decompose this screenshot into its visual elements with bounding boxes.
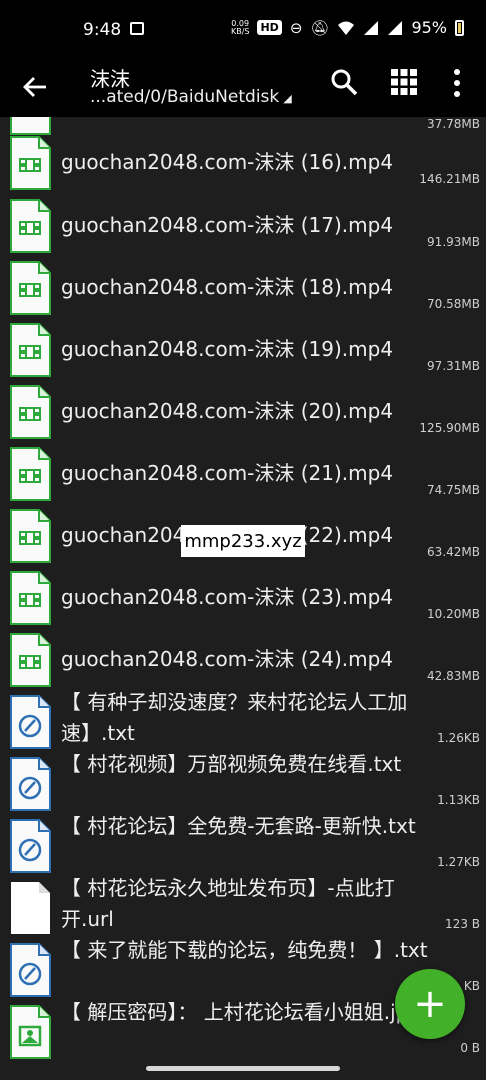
video-file-icon: [9, 261, 51, 315]
file-size: 91.93MB: [427, 235, 480, 249]
video-file-icon: [9, 199, 51, 253]
hd-badge: HD: [257, 20, 282, 35]
video-file-icon: [9, 571, 51, 625]
file-name: guochan2048.com-沫沫 (23).mp4: [61, 585, 394, 609]
image-notification-icon: [130, 22, 144, 35]
file-size: 125.90MB: [419, 421, 480, 435]
app-bar: 沫沫 ...ated/0/BaiduNetdisk ◢: [0, 60, 486, 117]
file-size: 70.58MB: [427, 297, 480, 311]
file-row[interactable]: 【 村花视频】万部视频免费在线看.txt 1.13KB: [0, 752, 486, 815]
file-name: guochan2048.com-沫沫 (20).mp4: [61, 399, 394, 423]
file-name: 【 来了就能下载的论坛，纯免费！ 】.txt: [61, 938, 428, 962]
dnd-icon: ⊖: [289, 18, 303, 37]
signal-icon-2: [388, 20, 403, 35]
file-row[interactable]: 【 村花论坛永久地址发布页】-点此打开.url 123 B: [0, 876, 486, 939]
status-bar: 9:48 0.09 KB/S HD ⊖ 🔕︎ 95%: [0, 0, 486, 60]
file-row[interactable]: guochan2048.com-沫沫 (17).mp4 91.93MB: [0, 195, 486, 257]
file-size: 146.21MB: [419, 172, 480, 186]
status-indicators: 0.09 KB/S HD ⊖ 🔕︎ 95%: [231, 18, 464, 37]
video-file-icon: [9, 509, 51, 563]
mute-icon: 🔕︎: [310, 18, 330, 37]
file-size: 97.31MB: [427, 359, 480, 373]
file-list: 37.78MB guochan2048.com-沫沫 (16).mp4 146.21…: [0, 117, 486, 1080]
file-row[interactable]: guochan2048.com-沫沫 (21).mp4 74.75MB: [0, 443, 486, 505]
file-size: 123 B: [445, 917, 480, 931]
file-name: guochan2048.com-沫沫 (18).mp4: [61, 275, 394, 299]
back-arrow-icon[interactable]: [22, 68, 48, 107]
video-file-icon: [9, 385, 51, 439]
file-size: KB: [463, 979, 480, 993]
wifi-icon: [338, 21, 355, 35]
add-fab-button[interactable]: +: [395, 969, 465, 1039]
file-name: 【 有种子却没速度？来村花论坛人工加速】.txt: [61, 690, 408, 745]
home-indicator[interactable]: [146, 1066, 340, 1071]
file-size: 74.75MB: [427, 483, 480, 497]
path-text: ...ated/0/BaiduNetdisk: [90, 87, 280, 107]
search-icon[interactable]: [330, 68, 358, 96]
file-name: guochan2048.com-沫沫 (16).mp4: [61, 150, 394, 174]
generic-file-icon: [9, 881, 51, 935]
file-name: guochan2048.com-沫沫 (24).mp4: [61, 647, 394, 671]
file-size: 0 B: [460, 1041, 480, 1055]
file-row[interactable]: guochan2048.com-沫沫 (23).mp4 10.20MB: [0, 567, 486, 629]
file-row[interactable]: guochan2048.com-沫沫 (24).mp4 42.83MB: [0, 629, 486, 691]
network-speed: 0.09 KB/S: [230, 18, 250, 36]
file-row[interactable]: 【 村花论坛】全免费-无套路-更新快.txt 1.27KB: [0, 814, 486, 877]
file-row[interactable]: 【 有种子却没速度？来村花论坛人工加速】.txt 1.26KB: [0, 690, 486, 753]
file-size: 37.78MB: [427, 117, 480, 131]
file-size: 63.42MB: [427, 545, 480, 559]
file-name: guochan2048.com-沫沫 (19).mp4: [61, 337, 394, 361]
file-size: 1.26KB: [437, 731, 480, 745]
file-row[interactable]: guochan2048.com-沫沫 (19).mp4 97.31MB: [0, 319, 486, 381]
file-row[interactable]: guochan2048.com-沫沫 (18).mp4 70.58MB: [0, 257, 486, 319]
current-path[interactable]: ...ated/0/BaiduNetdisk ◢: [90, 87, 292, 107]
battery-percent: 95%: [411, 18, 447, 37]
battery-icon: [455, 19, 464, 36]
file-name: 【 村花论坛永久地址发布页】-点此打开.url: [61, 876, 395, 931]
text-file-icon: [9, 695, 51, 749]
file-row[interactable]: guochan2048.com-沫沫 (16).mp4 146.21MB: [0, 132, 486, 194]
file-size: 42.83MB: [427, 669, 480, 683]
file-size: 1.13KB: [437, 793, 480, 807]
text-file-icon: [9, 819, 51, 873]
add-icon: +: [413, 981, 447, 1027]
video-file-icon: [9, 323, 51, 377]
video-file-icon: [9, 633, 51, 687]
text-file-icon: [9, 757, 51, 811]
file-row[interactable]: guochan2048.com-沫沫 (20).mp4 125.90MB: [0, 381, 486, 443]
text-file-icon: [9, 943, 51, 997]
file-name: guochan2048.com-沫沫 (21).mp4: [61, 461, 394, 485]
video-file-icon: [9, 136, 51, 190]
watermark-label: mmp233.xyz: [181, 525, 305, 557]
file-name: 【 村花论坛】全免费-无套路-更新快.txt: [61, 814, 416, 838]
dropdown-triangle-icon: ◢: [283, 92, 292, 105]
grid-view-icon[interactable]: [390, 68, 418, 96]
file-name: 【 村花视频】万部视频免费在线看.txt: [61, 752, 402, 776]
signal-icon-1: [364, 20, 379, 35]
video-file-icon: [9, 447, 51, 501]
file-name: guochan2048.com-沫沫 (17).mp4: [61, 213, 394, 237]
status-time: 9:48: [83, 20, 122, 40]
more-options-icon[interactable]: [448, 68, 466, 98]
file-size: 1.27KB: [437, 855, 480, 869]
file-name: 【 解压密码】： 上村花论坛看小姐姐.jpg: [61, 1000, 422, 1024]
image-file-icon: [9, 1005, 51, 1059]
file-size: 10.20MB: [427, 607, 480, 621]
